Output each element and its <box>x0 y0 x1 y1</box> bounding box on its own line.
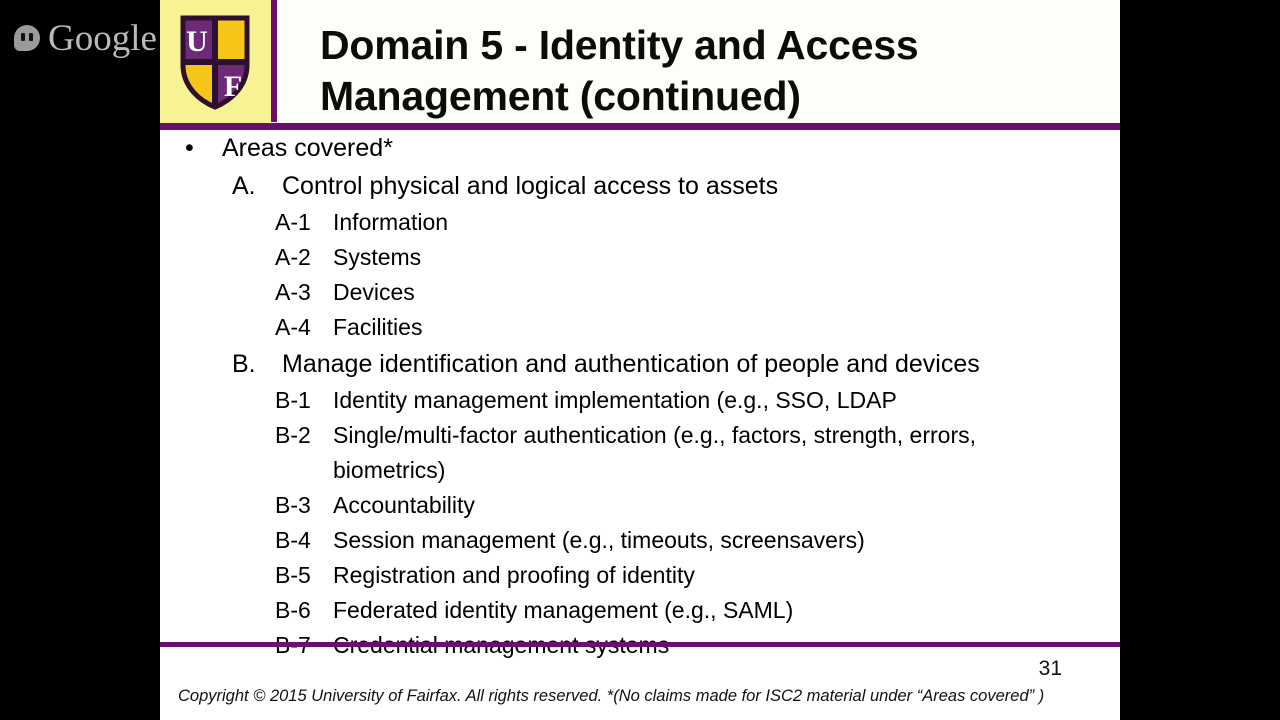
slide: U F Domain 5 - Identity and Access Manag… <box>160 0 1120 720</box>
logo-divider <box>271 0 277 122</box>
list-item: B-3 Accountability <box>160 488 1120 523</box>
google-hangouts-watermark: Google <box>14 18 157 58</box>
item-label: Accountability <box>333 492 475 518</box>
item-marker: B-6 <box>275 597 311 623</box>
item-marker: B-3 <box>275 492 311 518</box>
svg-text:F: F <box>224 70 242 103</box>
list-item: A-4 Facilities <box>160 310 1120 345</box>
presentation-viewport: Google U F Domain 5 - Identity and Acces… <box>0 0 1280 720</box>
item-label: Session management (e.g., timeouts, scre… <box>333 527 865 553</box>
section-b-marker: B. <box>232 350 256 378</box>
list-item: A-2 Systems <box>160 240 1120 275</box>
page-number: 31 <box>1038 657 1062 680</box>
hangouts-icon <box>14 25 40 51</box>
content-heading-label: Areas covered* <box>222 134 393 162</box>
item-marker: A-3 <box>275 279 311 305</box>
item-marker: A-4 <box>275 314 311 340</box>
logo-panel: U F <box>160 0 271 124</box>
list-item: A-1 Information <box>160 205 1120 240</box>
item-marker: B-5 <box>275 562 311 588</box>
slide-title: Domain 5 - Identity and Access Managemen… <box>320 22 919 119</box>
item-marker: A-2 <box>275 244 311 270</box>
slide-body: • Areas covered* A. Control physical and… <box>160 130 1120 658</box>
bullet-glyph: • <box>185 134 194 162</box>
item-marker: B-4 <box>275 527 311 553</box>
item-marker: A-1 <box>275 209 311 235</box>
item-label: Identity management implementation (e.g.… <box>333 387 897 413</box>
svg-text:U: U <box>186 25 208 58</box>
section-a-label: Control physical and logical access to a… <box>282 172 779 200</box>
item-marker: B-1 <box>275 387 311 413</box>
slide-header: U F Domain 5 - Identity and Access Manag… <box>160 0 1120 124</box>
item-label: Single/multi-factor authentication (e.g.… <box>333 422 977 483</box>
item-marker: B-2 <box>275 422 311 448</box>
uf-shield-logo: U F <box>178 13 252 111</box>
footer-divider-rule <box>160 642 1120 647</box>
section-a-heading: A. Control physical and logical access t… <box>160 167 1120 205</box>
list-item: B-5 Registration and proofing of identit… <box>160 558 1120 593</box>
copyright-notice: Copyright © 2015 University of Fairfax. … <box>178 687 1045 705</box>
item-label: Federated identity management (e.g., SAM… <box>333 597 794 623</box>
list-item: B-4 Session management (e.g., timeouts, … <box>160 523 1120 558</box>
section-b-label: Manage identification and authentication… <box>282 350 980 378</box>
item-label: Information <box>333 209 449 235</box>
header-divider-rule <box>160 123 1120 130</box>
item-label: Devices <box>333 279 415 305</box>
section-a-marker: A. <box>232 172 256 200</box>
section-b-heading: B. Manage identification and authenticat… <box>160 345 1120 383</box>
list-item: B-6 Federated identity management (e.g.,… <box>160 593 1120 628</box>
list-item: B-1 Identity management implementation (… <box>160 383 1120 418</box>
item-label: Registration and proofing of identity <box>333 562 695 588</box>
content-heading: • Areas covered* <box>160 130 1120 167</box>
item-label: Systems <box>333 244 422 270</box>
item-label: Facilities <box>333 314 423 340</box>
list-item: B-2 Single/multi-factor authentication (… <box>160 418 1120 488</box>
google-wordmark: Google <box>48 17 157 59</box>
list-item: A-3 Devices <box>160 275 1120 310</box>
